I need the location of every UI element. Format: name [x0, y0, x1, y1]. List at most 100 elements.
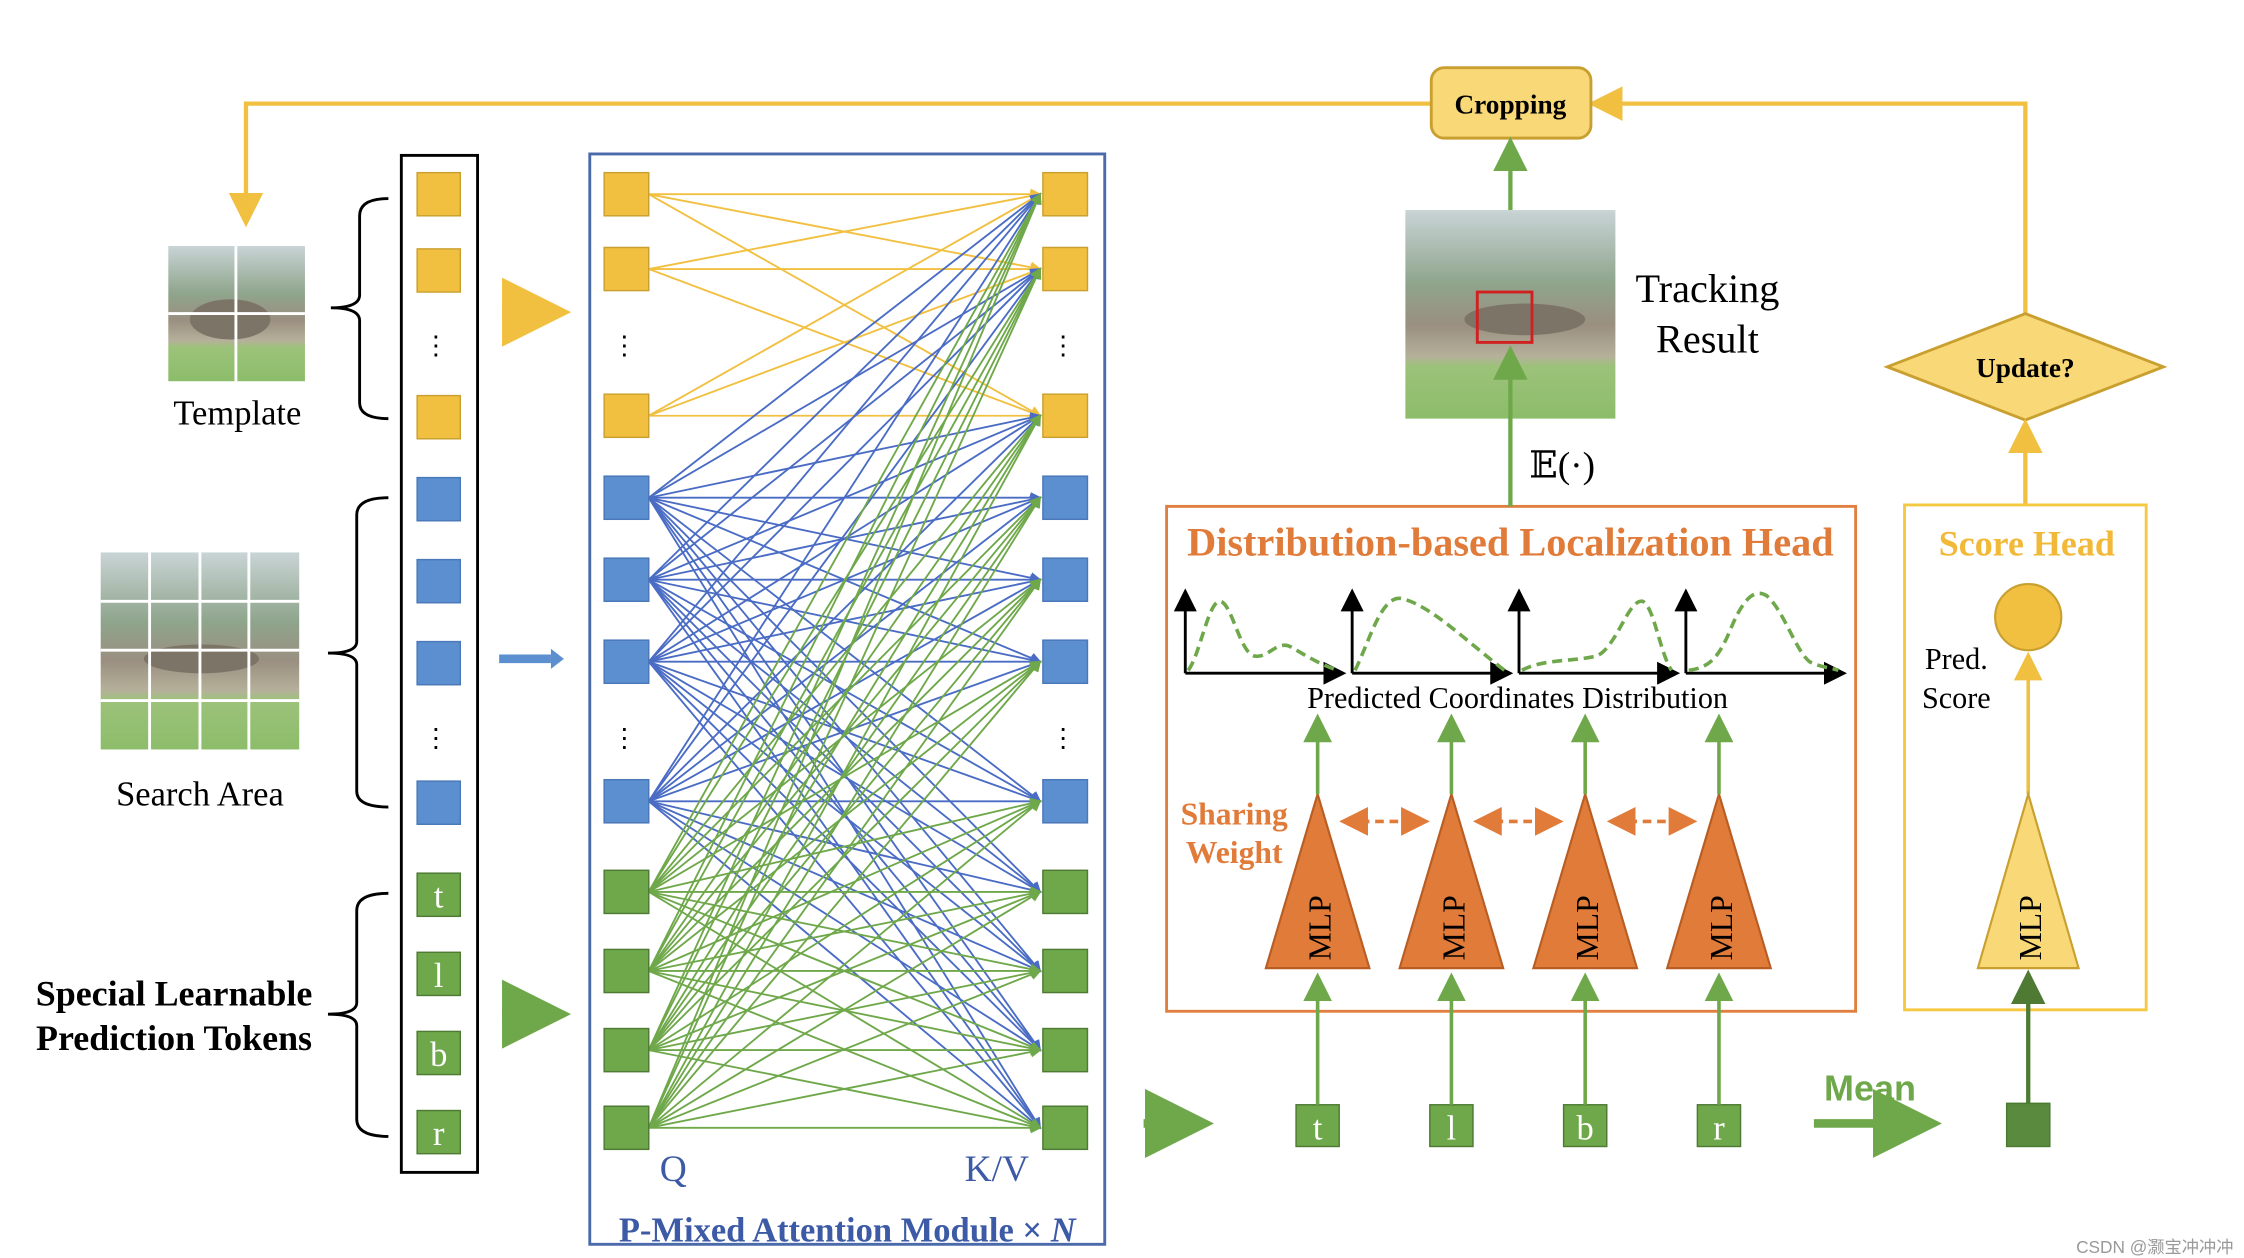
update-label: Update?	[1976, 353, 2075, 383]
search-area-image	[100, 552, 300, 750]
coordinate-distribution-plot	[1340, 588, 1514, 685]
q-token	[603, 475, 650, 521]
token-letter: l	[434, 957, 444, 995]
token: l	[416, 951, 462, 997]
mean-token	[2005, 1102, 2051, 1148]
kv-token	[1042, 171, 1089, 217]
distribution-curve	[1353, 596, 1506, 672]
tracking-label-1: Tracking	[1635, 266, 1779, 311]
attention-edge	[647, 267, 1042, 802]
attention-module-box	[588, 152, 1107, 1246]
kv-token	[1042, 778, 1089, 824]
diagram: Cropping Template Search Area Special Le…	[36, 66, 2234, 1257]
token	[416, 248, 462, 293]
mlp-label: MLP	[1436, 895, 1471, 960]
token	[416, 558, 462, 604]
token	[416, 640, 462, 686]
score-head-title: Score Head	[1939, 523, 2115, 563]
ellipsis: ⋮	[423, 331, 449, 360]
loc-mlp: MLP	[1665, 790, 1773, 970]
attention-connections	[647, 188, 1042, 1134]
special-tokens-label-2: Prediction Tokens	[36, 1018, 312, 1058]
ellipsis: ⋮	[423, 724, 449, 753]
predicted-distribution-label: Predicted Coordinates Distribution	[1307, 681, 1728, 715]
output-token: r	[1696, 1104, 1742, 1147]
q-label: Q	[660, 1149, 687, 1190]
token	[416, 171, 462, 217]
q-token	[603, 1105, 650, 1151]
mlp-label: MLP	[1704, 895, 1739, 960]
token-letter: b	[430, 1036, 447, 1074]
token-letter: t	[1313, 1109, 1323, 1147]
distribution-curve	[1521, 599, 1674, 672]
kv-token	[1042, 557, 1089, 603]
token	[416, 394, 462, 440]
ellipsis: ⋮	[611, 331, 637, 360]
q-token	[603, 171, 650, 217]
template-brace	[330, 197, 389, 421]
kv-token	[1042, 1105, 1089, 1151]
score-mlp-label: MLP	[2013, 895, 2048, 960]
token-letter: r	[433, 1115, 445, 1153]
mean-label: Mean	[1824, 1067, 1916, 1108]
attention-edge	[647, 267, 1042, 1129]
kv-token	[1042, 948, 1089, 994]
kv-token	[1042, 1027, 1089, 1073]
kv-label: K/V	[965, 1149, 1029, 1190]
output-token: b	[1562, 1104, 1608, 1147]
attention-edge	[648, 267, 1042, 663]
kv-token	[1042, 475, 1089, 521]
q-token	[603, 778, 650, 824]
template-image	[168, 246, 305, 382]
token-letter: b	[1577, 1109, 1594, 1147]
cropping-box: Cropping	[1429, 66, 1593, 140]
mlp-label: MLP	[1303, 895, 1338, 960]
score-label: Score	[1922, 681, 1991, 715]
kv-token	[1042, 869, 1089, 915]
attention-edge	[647, 192, 1042, 1051]
token: r	[416, 1109, 462, 1155]
token	[416, 780, 462, 825]
token: b	[416, 1030, 462, 1076]
attention-module-title: P-Mixed Attention Module × N	[619, 1211, 1077, 1249]
attention-edge	[648, 414, 1042, 893]
tokens-brace	[327, 891, 389, 1138]
ellipsis: ⋮	[611, 724, 637, 753]
q-token	[603, 1027, 650, 1073]
search-area-label: Search Area	[116, 776, 284, 814]
ellipsis: ⋮	[1050, 724, 1076, 753]
q-token	[603, 869, 650, 915]
token	[416, 476, 462, 522]
output-token: t	[1295, 1104, 1340, 1147]
q-token	[603, 393, 650, 439]
q-token	[603, 246, 650, 292]
q-token	[603, 948, 650, 994]
ellipsis: ⋮	[1050, 331, 1076, 360]
localization-head-title: Distribution-based Localization Head	[1187, 519, 1834, 564]
coordinate-distribution-plot	[1674, 588, 1847, 685]
q-token	[603, 557, 650, 603]
q-token	[603, 639, 650, 685]
coordinate-distribution-plot	[1173, 588, 1347, 685]
token: t	[416, 872, 462, 918]
attention-edge	[648, 267, 1042, 581]
update-decision: Update?	[1883, 312, 2168, 422]
coordinate-distribution-plot	[1507, 588, 1681, 685]
token-letter: l	[1447, 1109, 1457, 1147]
output-token: l	[1429, 1104, 1474, 1147]
pred-label: Pred.	[1925, 642, 1988, 676]
watermark: CSDN @灏宝冲冲冲	[2076, 1237, 2233, 1257]
weight-label: Weight	[1186, 835, 1283, 870]
expectation-label: 𝔼(·)	[1529, 446, 1595, 487]
mlp-label: MLP	[1570, 895, 1605, 960]
pred-score-node	[1994, 582, 2063, 652]
cropping-label: Cropping	[1454, 90, 1566, 120]
token-letter: t	[434, 878, 444, 916]
kv-token	[1042, 393, 1089, 439]
kv-token	[1042, 639, 1089, 685]
distribution-curve	[1688, 591, 1839, 673]
sharing-label: Sharing	[1181, 796, 1288, 831]
score-mlp: MLP	[1976, 790, 2081, 970]
token-letter: r	[1713, 1109, 1725, 1147]
distribution-curve	[1186, 599, 1339, 673]
